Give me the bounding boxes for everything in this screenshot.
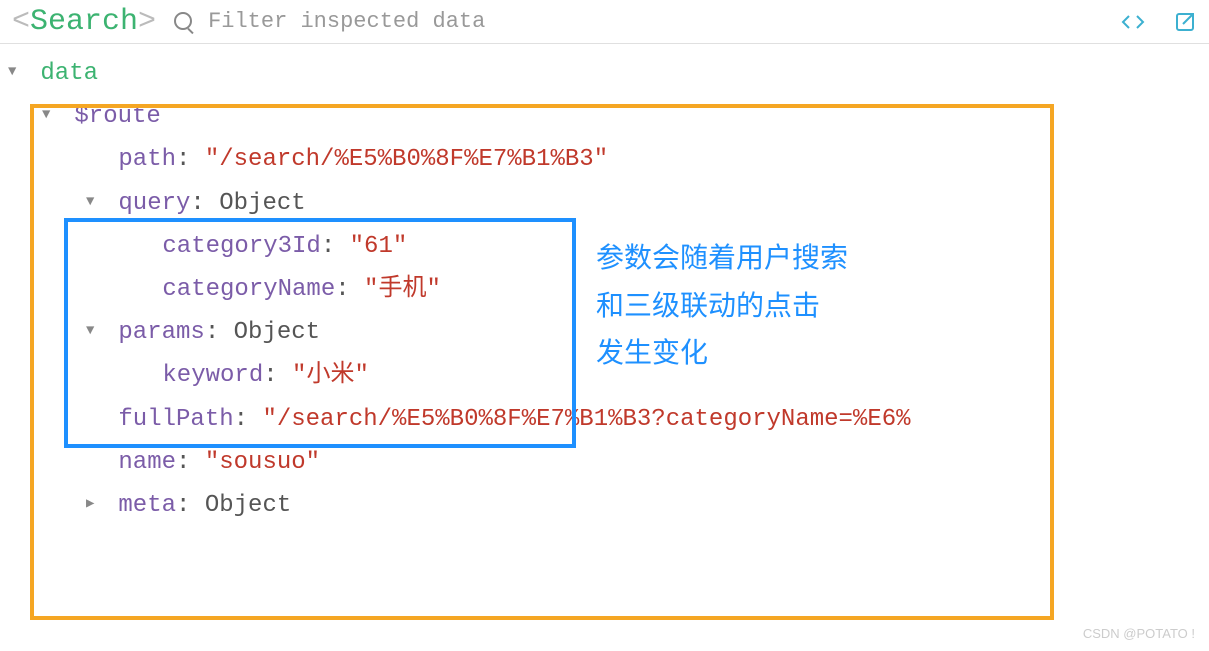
angle-close: > — [138, 5, 156, 39]
path-value: "/search/%E5%B0%8F%E7%B1%B3" — [205, 146, 608, 173]
search-icon — [174, 12, 194, 32]
keyword-value: "小米" — [292, 362, 369, 389]
annotation-line: 参数会随着用户搜索 — [596, 234, 848, 282]
params-key: params — [118, 319, 204, 346]
keyword-key: keyword — [162, 362, 263, 389]
toolbar: < Search > — [0, 0, 1209, 44]
name-value: "sousuo" — [205, 449, 320, 476]
query-key: query — [118, 190, 190, 217]
component-name: Search — [30, 5, 138, 39]
angle-open: < — [12, 5, 30, 39]
route-key: $route — [74, 103, 160, 130]
meta-type: Object — [205, 492, 291, 519]
annotation-line: 和三级联动的点击 — [596, 282, 848, 330]
expand-arrow-icon[interactable] — [8, 60, 26, 85]
categoryname-value: "手机" — [364, 276, 441, 303]
annotation-text: 参数会随着用户搜索 和三级联动的点击 发生变化 — [596, 234, 848, 377]
annotation-line: 发生变化 — [596, 329, 848, 377]
query-type: Object — [219, 190, 305, 217]
categoryname-key: categoryName — [162, 276, 335, 303]
filter-input[interactable] — [208, 9, 1093, 34]
path-key: path — [118, 146, 176, 173]
params-type: Object — [234, 319, 320, 346]
fullpath-key: fullPath — [118, 406, 233, 433]
expand-arrow-icon[interactable] — [86, 190, 104, 215]
category3id-value: "61" — [350, 233, 408, 260]
meta-key: meta — [118, 492, 176, 519]
popout-icon[interactable] — [1173, 10, 1197, 34]
name-key: name — [118, 449, 176, 476]
expand-arrow-icon[interactable] — [86, 492, 104, 517]
category3id-key: category3Id — [162, 233, 320, 260]
expand-arrow-icon[interactable] — [42, 103, 60, 128]
fullpath-value: "/search/%E5%B0%8F%E7%B1%B3?categoryName… — [262, 406, 910, 433]
expand-arrow-icon[interactable] — [86, 319, 104, 344]
watermark: CSDN @POTATO ! — [1083, 626, 1195, 641]
tree-root: data — [40, 60, 98, 87]
code-icon[interactable] — [1121, 10, 1145, 34]
